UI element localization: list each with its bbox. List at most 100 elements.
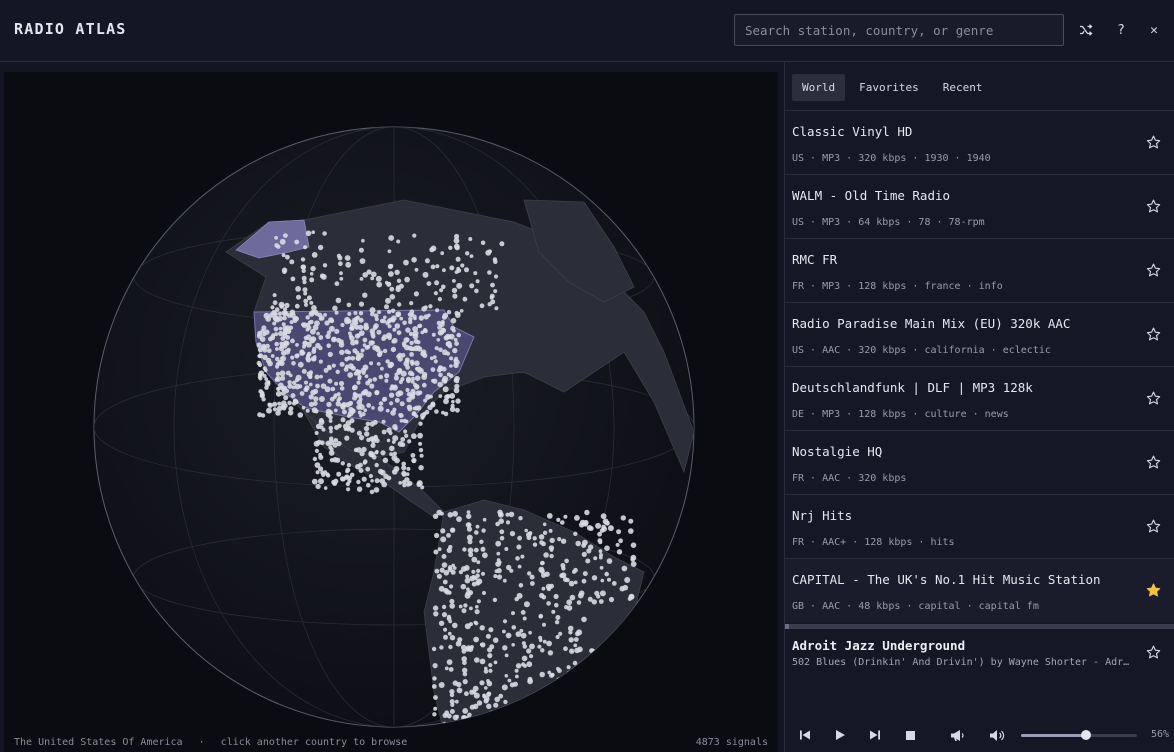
signal-dot (347, 350, 352, 355)
tab-favorites[interactable]: Favorites (849, 74, 929, 101)
signal-dot (423, 329, 428, 334)
favorite-button[interactable] (1144, 261, 1162, 279)
signal-dot (600, 513, 607, 520)
favorite-button[interactable] (1144, 453, 1162, 471)
signal-dot (442, 579, 448, 585)
station-list[interactable]: Classic Vinyl HD US · MP3 · 320 kbps · 1… (785, 110, 1174, 622)
signal-dot (347, 372, 354, 378)
favorite-button[interactable] (1144, 197, 1162, 215)
signal-dot (345, 467, 351, 473)
globe-svg[interactable] (4, 72, 778, 752)
signal-dot (385, 408, 390, 413)
signal-dot (338, 261, 343, 267)
signal-dot (339, 276, 344, 281)
favorite-button[interactable] (1144, 581, 1162, 599)
station-name: Classic Vinyl HD (792, 124, 913, 139)
signal-dot (560, 538, 567, 544)
play-icon (836, 730, 845, 740)
volume-button[interactable] (985, 722, 1009, 748)
play-button[interactable] (828, 722, 852, 748)
signal-dot (356, 430, 362, 436)
signal-dot (404, 276, 410, 283)
signal-dot (308, 370, 314, 375)
signal-dot (527, 571, 532, 576)
signal-dot (286, 347, 291, 352)
station-row[interactable]: Radio Paradise Main Mix (EU) 320k AAC US… (785, 302, 1174, 366)
signal-dot (441, 328, 447, 333)
now-playing-station: Adroit Jazz Underground (792, 638, 966, 653)
signal-dot (441, 732, 447, 738)
volume-thumb[interactable] (1080, 730, 1091, 740)
playback-progress-fill (785, 624, 789, 629)
signal-dot (302, 287, 308, 293)
globe-map[interactable]: The United States Of America · click ano… (4, 72, 778, 752)
signal-dot (306, 353, 311, 359)
next-button[interactable] (863, 722, 887, 748)
signal-dot (326, 343, 332, 349)
signal-dot (393, 375, 399, 381)
signal-dot (501, 722, 507, 727)
station-row[interactable]: Nrj Hits FR · AAC+ · 128 kbps · hits (785, 494, 1174, 558)
signal-dot (334, 425, 340, 430)
signal-dot (348, 331, 352, 336)
stop-button[interactable] (898, 722, 922, 748)
signal-dot (479, 303, 485, 309)
signal-dot (438, 620, 445, 626)
signal-dot (363, 324, 370, 331)
signal-dot (410, 372, 415, 377)
station-row[interactable]: Classic Vinyl HD US · MP3 · 320 kbps · 1… (785, 110, 1174, 174)
signal-dot (400, 437, 406, 442)
signal-dot (407, 345, 413, 351)
signal-dot (287, 400, 292, 406)
signal-dot (326, 473, 331, 478)
close-button[interactable]: ✕ (1139, 14, 1169, 46)
signal-dot (516, 700, 522, 706)
signal-dot (456, 268, 462, 273)
signal-dot (430, 367, 436, 372)
favorite-button[interactable] (1144, 517, 1162, 535)
signal-dot (356, 399, 363, 406)
station-meta: US · AAC · 320 kbps · california · eclec… (792, 345, 1051, 356)
signal-dot (340, 461, 345, 466)
signal-dot (584, 509, 590, 516)
tab-recent[interactable]: Recent (933, 74, 993, 101)
signal-dot (509, 682, 515, 688)
signal-dot (301, 405, 306, 410)
signal-dot (279, 341, 284, 346)
signal-dot (624, 577, 631, 583)
signal-dot (502, 645, 508, 651)
station-row[interactable]: CAPITAL - The UK's No.1 Hit Music Statio… (785, 558, 1174, 622)
signal-dot (413, 291, 419, 297)
favorite-button[interactable] (1144, 325, 1162, 343)
now-playing-favorite-button[interactable] (1144, 643, 1162, 661)
signal-dot (547, 650, 554, 656)
signal-dot (618, 538, 623, 544)
signal-dot (270, 334, 276, 341)
volume-slider[interactable] (1021, 730, 1137, 740)
signal-dot (456, 282, 463, 289)
signal-dot (341, 409, 347, 415)
help-button[interactable]: ? (1106, 14, 1136, 46)
search-input[interactable] (734, 14, 1064, 46)
station-row[interactable]: Deutschlandfunk | DLF | MP3 128k DE · MP… (785, 366, 1174, 430)
signal-dot (436, 573, 442, 579)
station-row[interactable]: RMC FR FR · MP3 · 128 kbps · france · in… (785, 238, 1174, 302)
station-row[interactable]: Nostalgie HQ FR · AAC · 320 kbps (785, 430, 1174, 494)
signal-dot (554, 620, 560, 625)
station-row[interactable]: WALM - Old Time Radio US · MP3 · 64 kbps… (785, 174, 1174, 238)
signal-dot (323, 486, 328, 490)
signal-dot (576, 600, 582, 605)
signal-dot (396, 330, 402, 336)
favorite-button[interactable] (1144, 389, 1162, 407)
announce-button[interactable] (945, 722, 969, 748)
signal-dot (434, 346, 439, 351)
shuffle-button[interactable] (1071, 14, 1101, 46)
previous-button[interactable] (793, 722, 817, 748)
signal-dot (287, 380, 292, 385)
tab-world[interactable]: World (792, 74, 846, 101)
signal-dot (390, 346, 397, 353)
signal-dot (453, 358, 458, 363)
favorite-button[interactable] (1144, 133, 1162, 151)
signal-dot (526, 661, 533, 668)
signal-dot (390, 384, 395, 390)
